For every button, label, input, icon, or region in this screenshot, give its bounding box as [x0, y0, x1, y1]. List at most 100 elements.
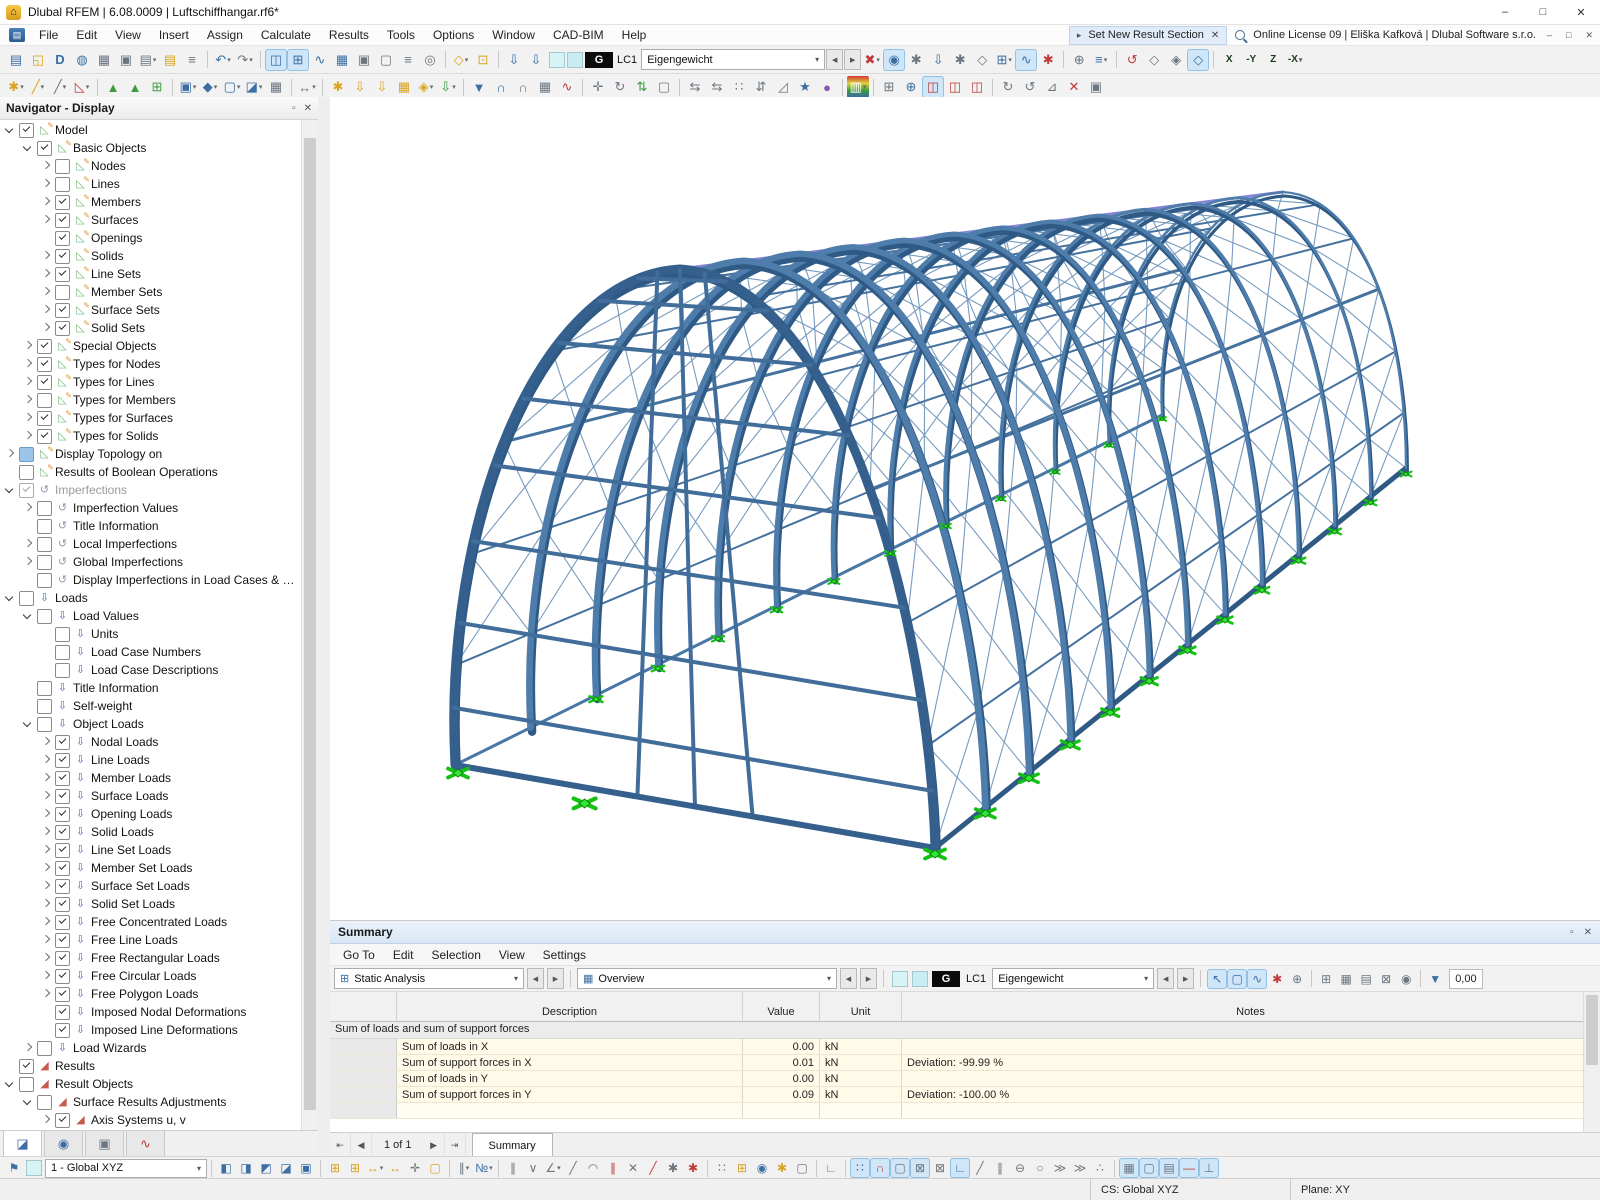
new-nodal-load-icon[interactable]: ✱ — [327, 76, 349, 98]
color-swatch[interactable] — [567, 52, 583, 68]
tree-expander-icon[interactable] — [40, 646, 52, 658]
new-surface-icon[interactable]: ▣ — [177, 76, 199, 98]
result-view-combobox[interactable]: ▦ Overview ▾ — [577, 968, 837, 989]
tree-item[interactable]: Load Case Descriptions — [0, 661, 302, 679]
tree-item[interactable]: Imperfections — [0, 481, 302, 499]
display-settings-icon[interactable]: ▣ — [1085, 76, 1107, 98]
tree-expander-icon[interactable] — [40, 826, 52, 838]
menu-window[interactable]: Window — [483, 26, 544, 44]
dimension-icon[interactable]: ↔ — [296, 76, 318, 98]
tree-expander-icon[interactable] — [22, 718, 34, 730]
separator[interactable] — [291, 79, 292, 96]
close-panel-icon[interactable]: ✕ — [1584, 927, 1592, 938]
tree-expander-icon[interactable] — [40, 304, 52, 316]
align-stack-icon[interactable]: ⇵ — [750, 76, 772, 98]
tree-item[interactable]: Nodes — [0, 157, 302, 175]
tree-checkbox[interactable] — [55, 915, 70, 930]
show-supports-icon[interactable]: ⇩ — [927, 49, 949, 71]
tree-checkbox[interactable] — [37, 699, 52, 714]
new-member-icon[interactable]: ▲ — [102, 76, 124, 98]
tree-expander-icon[interactable] — [40, 628, 52, 640]
snap-magnet-icon[interactable]: ∩ — [870, 1158, 890, 1178]
frame-select-icon[interactable]: ▢ — [425, 1158, 445, 1178]
tree-item[interactable]: Loads — [0, 589, 302, 607]
tree-item[interactable]: Global Imperfections — [0, 553, 302, 571]
last-page-icon[interactable]: ⇥ — [445, 1133, 466, 1157]
show-load-values-icon[interactable]: ✱ — [905, 49, 927, 71]
hangar-3d-model[interactable] — [330, 97, 1600, 920]
separator[interactable] — [97, 79, 98, 96]
tree-expander-icon[interactable] — [22, 682, 34, 694]
table-scrollbar[interactable] — [1583, 992, 1600, 1132]
tree-checkbox[interactable] — [19, 1077, 34, 1092]
tree-item[interactable]: Results of Boolean Operations — [0, 463, 302, 481]
grid-display-icon[interactable]: ▦ — [1119, 1158, 1139, 1178]
box-rotate-icon[interactable]: ◨ — [236, 1158, 256, 1178]
analysis-type-combobox[interactable]: ⊞ Static Analysis ▾ — [334, 968, 524, 989]
select-pointer-icon[interactable]: ↖ — [1207, 969, 1227, 989]
tree-expander-icon[interactable] — [40, 322, 52, 334]
new-block-icon[interactable]: ▦ — [265, 76, 287, 98]
tree-checkbox[interactable] — [55, 807, 70, 822]
separator[interactable] — [322, 79, 323, 96]
view-minus-x-icon[interactable]: -X — [1284, 49, 1306, 71]
tree-item[interactable]: Opening Loads — [0, 805, 302, 823]
tree-checkbox[interactable] — [37, 429, 52, 444]
tree-checkbox[interactable] — [37, 357, 52, 372]
summary-menu-goto[interactable]: Go To — [334, 946, 384, 964]
tree-expander-icon[interactable] — [40, 808, 52, 820]
tree-checkbox[interactable] — [55, 1005, 70, 1020]
tree-item[interactable]: Display Topology on — [0, 445, 302, 463]
tree-expander-icon[interactable] — [40, 862, 52, 874]
tree-item[interactable]: Surface Set Loads — [0, 877, 302, 895]
separator[interactable] — [498, 51, 499, 68]
show-result-values-icon[interactable]: ✱ — [1037, 49, 1059, 71]
console-panel-icon[interactable]: ▣ — [353, 49, 375, 71]
tree-item[interactable]: Free Circular Loads — [0, 967, 302, 985]
tree-checkbox[interactable] — [55, 267, 70, 282]
tree-expander-icon[interactable] — [40, 286, 52, 298]
tree-checkbox[interactable] — [55, 285, 70, 300]
tree-checkbox[interactable] — [55, 879, 70, 894]
minimize-icon[interactable]: – — [1544, 30, 1555, 40]
box-multi-icon[interactable]: ▣ — [296, 1158, 316, 1178]
tree-checkbox[interactable] — [55, 735, 70, 750]
tree-checkbox[interactable] — [55, 789, 70, 804]
corner-guide-icon[interactable]: ∟ — [821, 1158, 841, 1178]
tree-item[interactable]: Solids — [0, 247, 302, 265]
menu-tools[interactable]: Tools — [378, 26, 424, 44]
grid-dashed-icon[interactable]: ▢ — [1139, 1158, 1159, 1178]
rotate-ccw-icon[interactable]: ↺ — [1019, 76, 1041, 98]
tree-item[interactable]: Types for Surfaces — [0, 409, 302, 427]
show-results-icon[interactable]: ∿ — [1015, 49, 1037, 71]
tree-expander-icon[interactable] — [22, 574, 34, 586]
raster-star-icon[interactable]: ✱ — [772, 1158, 792, 1178]
tree-item[interactable]: Object Loads — [0, 715, 302, 733]
align-center-icon[interactable]: ⇆ — [706, 76, 728, 98]
snap-points-icon[interactable]: ∷ — [850, 1158, 870, 1178]
export-calculation-icon[interactable]: ⊕ — [1068, 49, 1090, 71]
grid-settings-icon[interactable]: ⊞ — [878, 76, 900, 98]
work-plane-xy-icon[interactable]: ◫ — [922, 76, 944, 98]
tree-expander-icon[interactable] — [40, 970, 52, 982]
previous-load-case-button[interactable]: ◀ — [826, 49, 843, 70]
visibility-box-icon[interactable]: ▦ — [534, 76, 556, 98]
tree-checkbox[interactable] — [37, 1095, 52, 1110]
tree-item[interactable]: Nodal Loads — [0, 733, 302, 751]
tree-checkbox[interactable] — [19, 591, 34, 606]
plumb-icon[interactable]: ⊥ — [1199, 1158, 1219, 1178]
print-icon[interactable]: ▤ — [137, 49, 159, 71]
table-row[interactable] — [330, 1103, 1600, 1119]
table-export-icon[interactable]: ⊞ — [1316, 969, 1336, 989]
tree-checkbox[interactable] — [55, 213, 70, 228]
view-z-icon[interactable]: Z — [1262, 49, 1284, 71]
tree-checkbox[interactable] — [37, 555, 52, 570]
dimension-x-icon[interactable]: ↔ — [365, 1158, 385, 1178]
new-member-load-icon[interactable]: ⇩ — [349, 76, 371, 98]
find-center-icon[interactable]: ◎ — [419, 49, 441, 71]
separator[interactable] — [1213, 51, 1214, 68]
support-tool-icon[interactable]: ⇩ — [503, 49, 525, 71]
tree-item[interactable]: Load Values — [0, 607, 302, 625]
tree-item[interactable]: Solid Sets — [0, 319, 302, 337]
close-panel-icon[interactable]: ✕ — [304, 103, 312, 114]
